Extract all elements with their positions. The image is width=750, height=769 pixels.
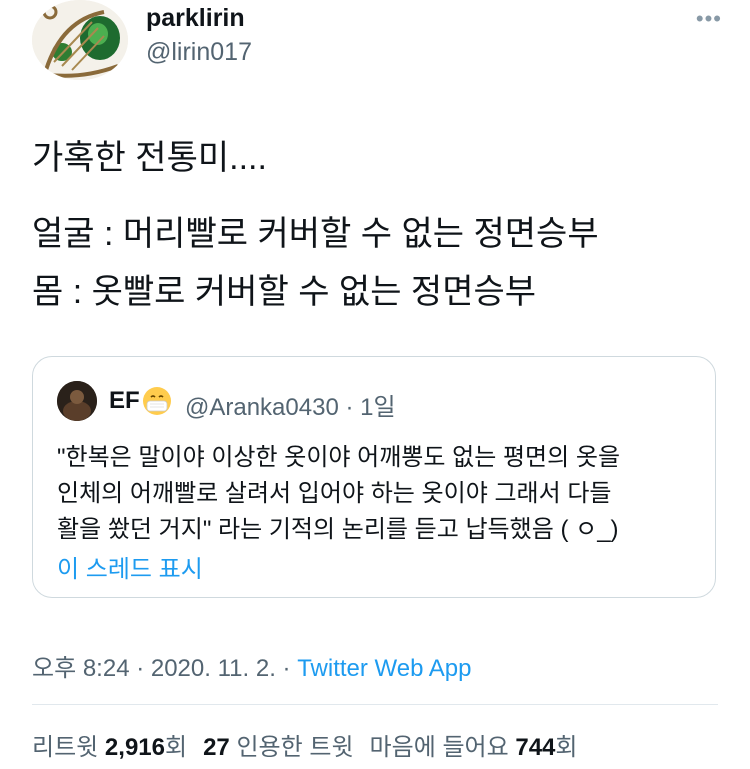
quotes-stat[interactable]: 27 인용한 트윗 (203, 734, 353, 761)
quoted-author-avatar[interactable] (57, 381, 97, 421)
retweets-count: 2,916 (104, 734, 165, 761)
quoted-tweet-card[interactable]: EF @Aranka0430 · 1일 "한복은 말이야 이상한 옷이야 어깨뽕… (32, 356, 716, 598)
quoted-text-line: 활을 쐈던 거지" 라는 기적의 논리를 듣고 납득했음 ( ㅇ_) (57, 516, 619, 543)
tweet-text-line: 가혹한 전통미.... (32, 139, 267, 177)
quoted-text-line: 인체의 어깨빨로 살려서 입어야 하는 옷이야 그래서 다들 (57, 480, 612, 507)
quotes-count: 27 (203, 734, 230, 761)
retweets-stat[interactable]: 리트윗 2,916회 (32, 734, 187, 761)
quoted-text-line: "한복은 말이야 이상한 옷이야 어깨뽕도 없는 평면의 옷을 (57, 444, 621, 471)
retweets-suffix: 회 (164, 734, 188, 761)
likes-stat[interactable]: 마음에 들어요 744회 (370, 734, 578, 761)
quoted-handle-time[interactable]: @Aranka0430 · 1일 (185, 387, 396, 422)
avatar-image-icon (57, 381, 97, 421)
tweet-stats: 리트윗 2,916회 27 인용한 트윗 마음에 들어요 744회 (32, 727, 578, 762)
tweet-meta: 오후 8:24 · 2020. 11. 2. · Twitter Web App (32, 648, 472, 683)
divider (32, 704, 718, 705)
author-display-name[interactable]: parklirin (146, 4, 245, 33)
ornamental-harp-avatar-icon (32, 0, 128, 80)
likes-label: 마음에 들어요 (369, 734, 509, 761)
retweets-label: 리트윗 (32, 734, 99, 761)
tweet-timestamp[interactable]: 오후 8:24 · 2020. 11. 2. · (32, 655, 297, 682)
author-handle[interactable]: @lirin017 (146, 38, 252, 67)
tweet-header: parklirin @lirin017 ••• (32, 0, 722, 90)
source-app-link[interactable]: Twitter Web App (297, 655, 471, 682)
face-with-medical-mask-icon (143, 387, 171, 415)
show-thread-link[interactable]: 이 스레드 표시 (57, 549, 203, 584)
tweet-text-line: 몸 : 옷빨로 커버할 수 없는 정면승부 (32, 273, 537, 311)
quoted-author-name[interactable]: EF (109, 387, 140, 415)
author-avatar[interactable] (32, 0, 128, 80)
more-options-icon[interactable]: ••• (696, 6, 722, 32)
likes-suffix: 회 (555, 734, 578, 761)
likes-count: 744 (515, 734, 556, 761)
quotes-label: 인용한 트윗 (236, 734, 354, 761)
tweet-text-line: 얼굴 : 머리빨로 커버할 수 없는 정면승부 (32, 215, 599, 253)
